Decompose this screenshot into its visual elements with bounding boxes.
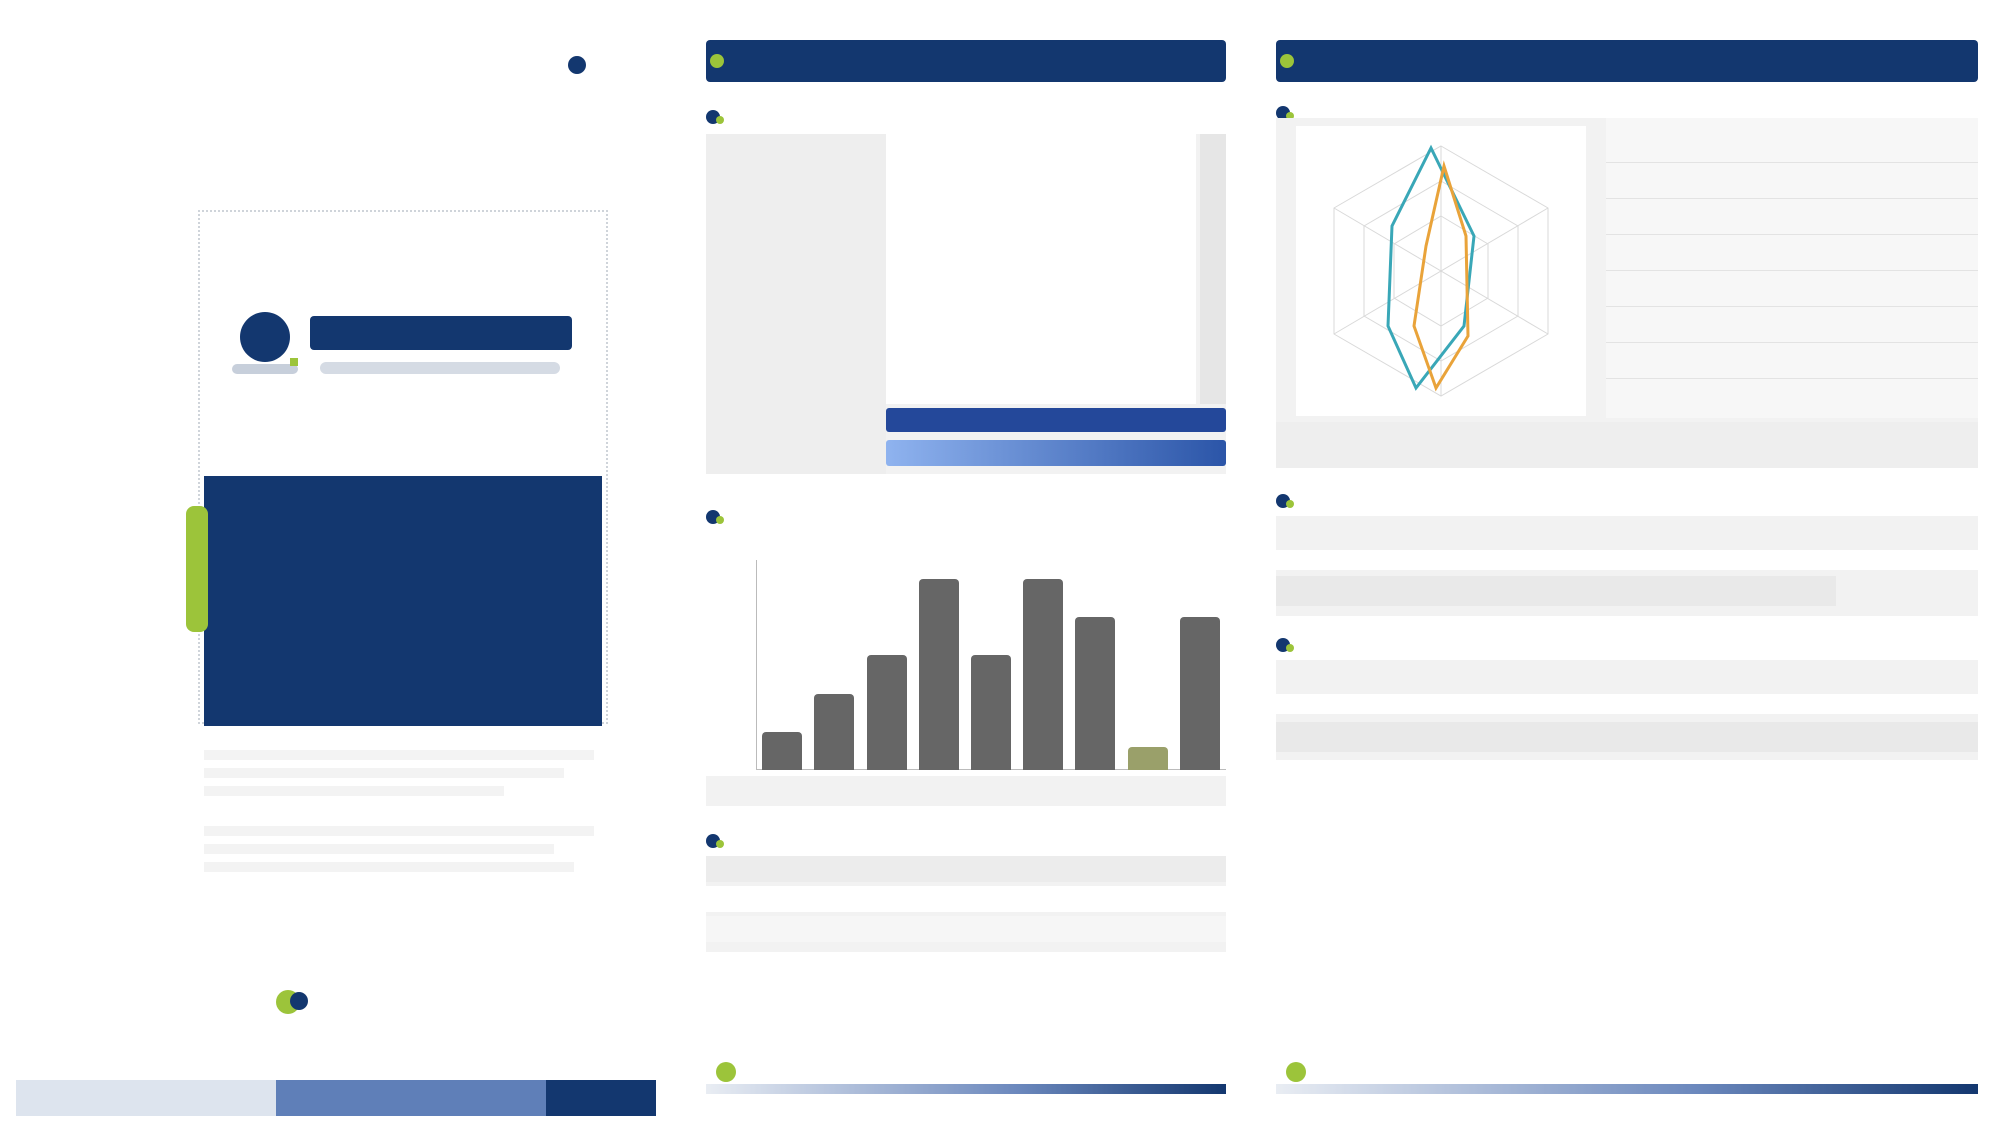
page3-section2-panel — [1276, 516, 1978, 616]
table-row — [706, 262, 1196, 286]
page-3 — [1270, 0, 1990, 1124]
table-scrollbar[interactable] — [1200, 134, 1226, 404]
section-accent-icon — [716, 516, 724, 524]
cover-footer-bar-mid — [276, 1080, 546, 1116]
cover-menu — [186, 476, 602, 726]
title-icon-base — [232, 364, 298, 374]
footer-gradient — [1276, 1084, 1978, 1094]
page2-table — [706, 134, 1226, 474]
table-row — [706, 142, 1196, 166]
title-block — [232, 300, 576, 400]
table-progress-light — [886, 440, 1226, 466]
table-row — [706, 352, 1196, 376]
chart-bar — [1075, 617, 1116, 770]
page2-section1-header — [706, 108, 1006, 130]
menu-accent — [186, 506, 208, 632]
section-accent-icon — [716, 840, 724, 848]
section-accent-icon — [1286, 500, 1294, 508]
radar-notes — [1276, 422, 1978, 468]
cover-faded-text — [204, 750, 602, 900]
footer-accent-icon — [716, 1062, 736, 1082]
footer-gradient — [706, 1084, 1226, 1094]
table-row — [706, 172, 1196, 196]
bar-chart — [706, 540, 1226, 810]
page2-header — [706, 40, 1226, 82]
table-progress-dark — [886, 408, 1226, 432]
chart-caption — [706, 776, 1226, 806]
chart-bar — [918, 579, 959, 770]
menu-item[interactable] — [258, 506, 578, 528]
title-band — [310, 316, 572, 350]
section-accent-icon — [1286, 644, 1294, 652]
cover-footer-brand — [276, 984, 536, 1020]
header-accent-icon — [1280, 54, 1294, 68]
page2-section3-header — [706, 832, 1006, 854]
page3-section3-panel — [1276, 660, 1978, 760]
title-icon-accent — [290, 358, 298, 366]
menu-item[interactable] — [258, 610, 578, 632]
radar-chart — [1333, 144, 1549, 397]
page3-section3-header — [1276, 636, 1636, 658]
corner-logo — [568, 48, 648, 88]
chart-bar — [1179, 617, 1220, 770]
corner-logo-icon — [568, 56, 586, 74]
summary-row — [706, 916, 1226, 942]
radar-area — [1296, 126, 1586, 416]
summary-row — [706, 886, 1226, 912]
brand-icon — [290, 992, 308, 1010]
page3-section2-header — [1276, 492, 1636, 514]
chart-bar — [971, 655, 1011, 770]
chart-bar — [814, 693, 855, 770]
chart-bar — [866, 655, 907, 770]
radar-side-table — [1606, 118, 1978, 418]
radar-series-teal — [1386, 144, 1476, 391]
section-accent-icon — [716, 116, 724, 124]
subtitle-band — [320, 362, 560, 374]
page3-header — [1276, 40, 1978, 82]
table-row — [706, 232, 1196, 256]
cover-footer-bar-dark — [546, 1080, 656, 1116]
title-icon — [240, 312, 290, 362]
page2-section2-header — [706, 508, 1006, 530]
page-2 — [700, 0, 1230, 1124]
table-row — [706, 292, 1196, 316]
summary-header-row — [706, 856, 1226, 882]
cover-footer-bar-light — [16, 1080, 276, 1116]
chart-plot — [756, 560, 1226, 770]
table-row — [706, 202, 1196, 226]
page2-footer — [706, 1060, 1226, 1096]
table-row — [706, 322, 1196, 346]
menu-item[interactable] — [258, 542, 578, 564]
page3-radar-panel — [1276, 118, 1978, 468]
header-accent-icon — [710, 54, 724, 68]
page2-summary-table — [706, 856, 1226, 952]
chart-bar — [1023, 579, 1064, 770]
page3-footer — [1276, 1060, 1978, 1096]
footer-accent-icon — [1286, 1062, 1306, 1082]
chart-bar — [762, 731, 803, 770]
chart-bar — [1127, 747, 1168, 770]
cover-page — [0, 0, 660, 1124]
menu-item[interactable] — [258, 576, 578, 598]
